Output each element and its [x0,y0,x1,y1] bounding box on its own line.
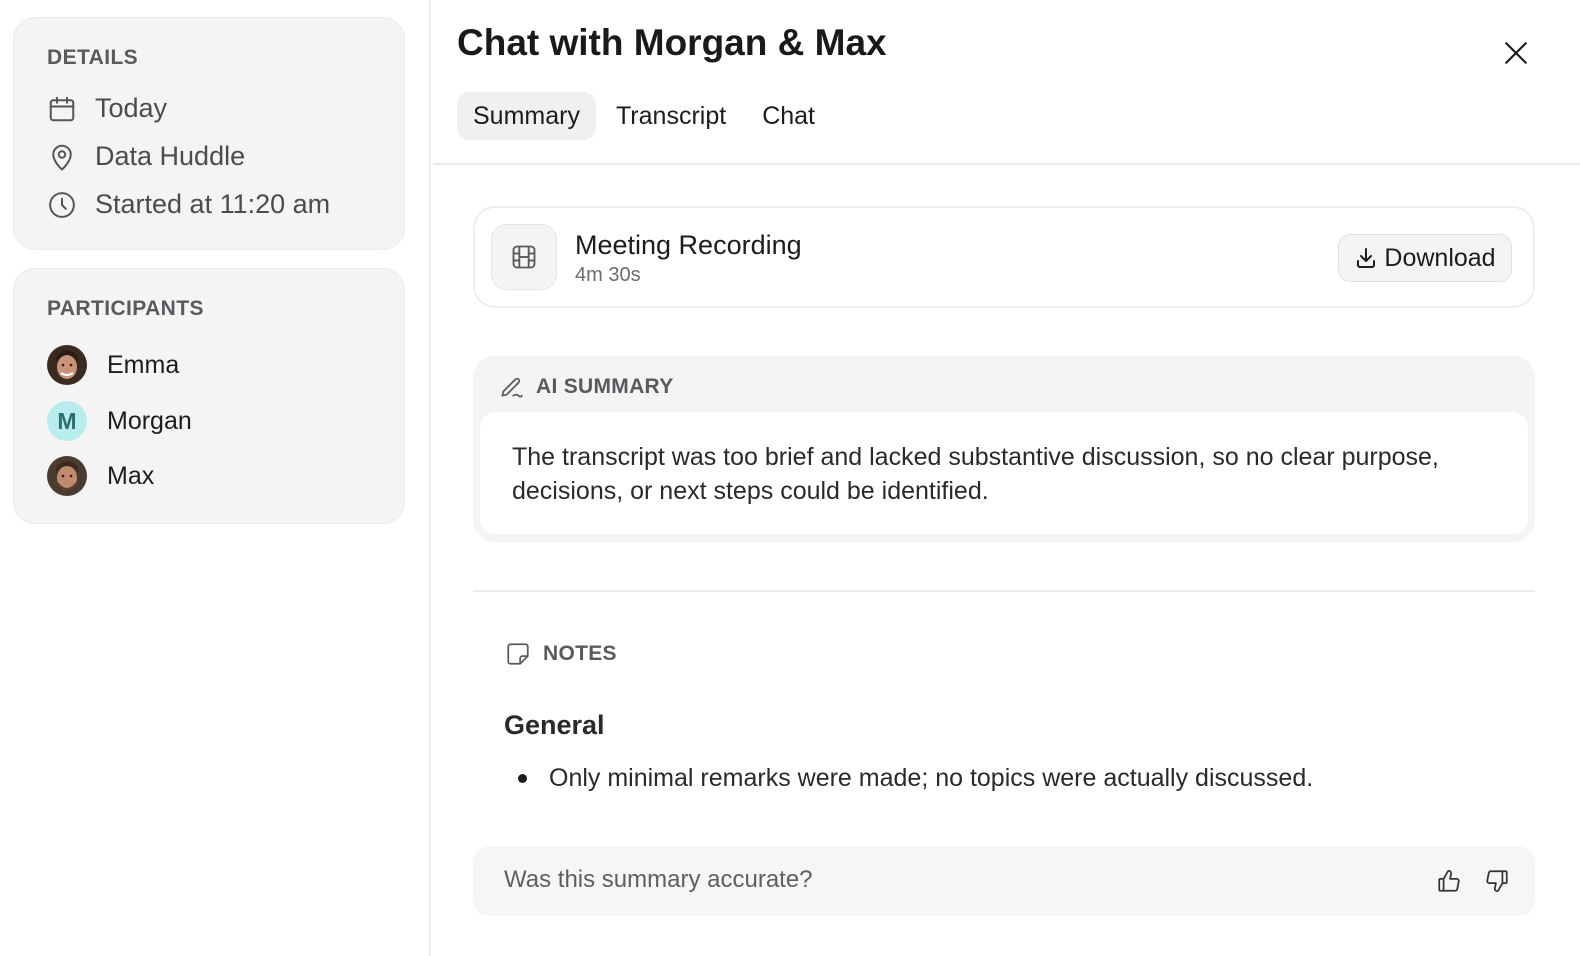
detail-start-time: Started at 11:20 am [47,189,330,220]
download-icon [1357,248,1376,268]
download-label: Download [1384,243,1496,272]
avatar: M [47,401,87,441]
ai-summary-card: AI SUMMARY The transcript was too brief … [473,356,1535,542]
feedback-question: Was this summary accurate? [504,866,813,893]
bullet-icon [518,774,527,783]
calendar-icon [49,96,75,121]
details-card: DETAILS Today Data Huddle Started at 11:… [13,17,405,250]
detail-date-label: Today [95,93,168,123]
avatar [47,345,87,385]
header-divider [433,163,1580,165]
page-title: Chat with Morgan & Max [457,22,887,63]
details-title: DETAILS [47,46,139,69]
thumbs-down-button[interactable] [1482,866,1512,896]
main-panel: Chat with Morgan & Max Summary Transcrip… [433,0,1580,956]
avatar [47,456,87,496]
recording-card: Meeting Recording 4m 30s Download [473,206,1535,308]
notes-header: NOTES [505,641,617,667]
avatar-photo-icon [47,456,87,496]
detail-date: Today [47,93,167,124]
section-divider [473,590,1535,592]
tab-transcript[interactable]: Transcript [600,92,742,140]
participant-name: Morgan [107,406,192,435]
thumbs-up-button[interactable] [1434,866,1464,896]
participant-morgan[interactable]: M Morgan [47,401,192,441]
clock-icon [49,191,75,218]
close-button[interactable] [1499,36,1533,70]
participant-max[interactable]: Max [47,456,154,496]
ai-summary-text: The transcript was too brief and lacked … [480,412,1528,534]
film-icon [512,245,536,269]
sidebar: DETAILS Today Data Huddle Started at 11:… [0,0,431,956]
tab-summary[interactable]: Summary [457,92,596,140]
close-icon [1505,42,1527,64]
participants-title: PARTICIPANTS [47,297,204,320]
ai-summary-label: AI SUMMARY [536,375,674,398]
thumbs-up-icon [1438,870,1460,892]
tab-chat[interactable]: Chat [746,92,831,140]
notes-label: NOTES [543,642,617,665]
tab-bar: Summary Transcript Chat [457,92,835,140]
recording-duration: 4m 30s [575,264,641,286]
notes-list: Only minimal remarks were made; no topic… [504,764,1313,793]
feedback-bar: Was this summary accurate? [473,846,1535,916]
pen-icon [501,377,523,398]
notes-heading: General [504,710,605,740]
list-item: Only minimal remarks were made; no topic… [504,764,1313,793]
location-pin-icon [52,144,72,170]
participants-card: PARTICIPANTS Emma M Morgan Max [13,268,405,524]
participant-emma[interactable]: Emma [47,345,179,385]
download-button[interactable]: Download [1338,234,1512,282]
detail-location: Data Huddle [47,141,245,172]
recording-thumbnail [491,224,557,290]
avatar-photo-icon [47,345,87,385]
thumbs-down-icon [1486,870,1508,892]
participant-name: Max [107,461,155,490]
meeting-app: DETAILS Today Data Huddle Started at 11:… [0,0,1580,956]
detail-location-label: Data Huddle [95,141,246,171]
detail-start-time-label: Started at 11:20 am [95,189,331,219]
note-icon [507,643,529,665]
list-item-text: Only minimal remarks were made; no topic… [549,764,1314,792]
ai-summary-header: AI SUMMARY [498,374,674,400]
recording-title: Meeting Recording [575,230,802,260]
participant-name: Emma [107,350,180,379]
